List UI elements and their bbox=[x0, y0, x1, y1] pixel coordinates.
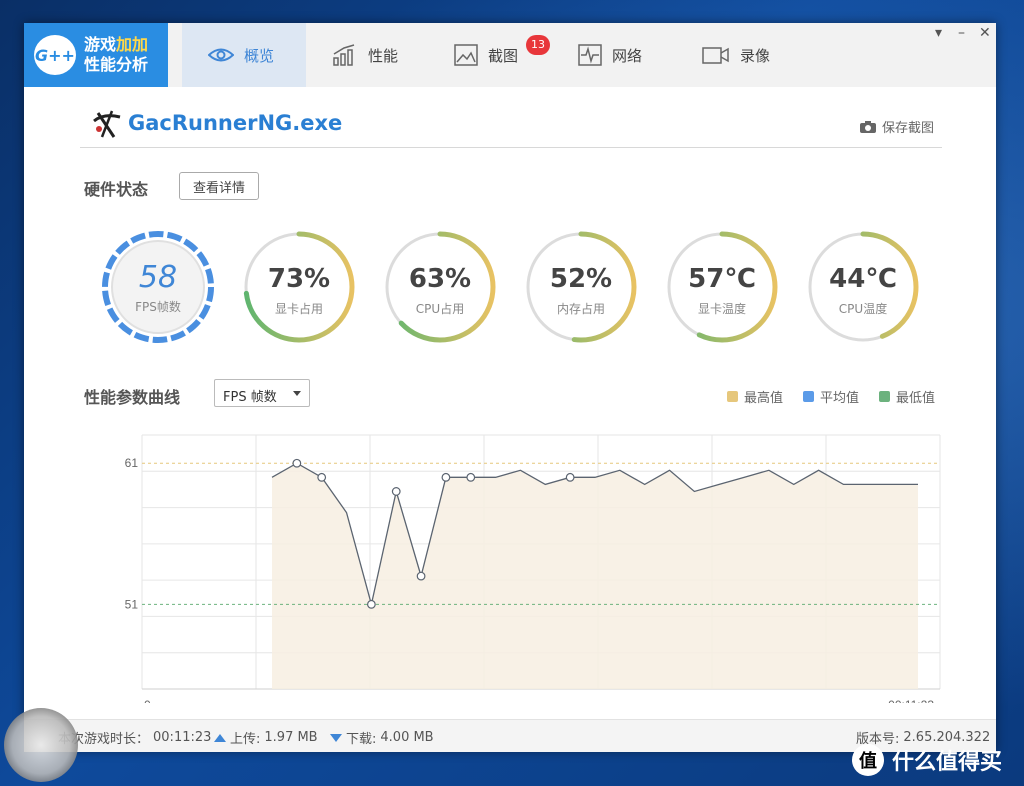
legend-max-label: 最高值 bbox=[744, 391, 784, 406]
upload-label: 上传: bbox=[230, 732, 261, 747]
view-details-button[interactable]: 查看详情 bbox=[179, 172, 259, 200]
data-point bbox=[466, 472, 476, 482]
chevron-down-icon bbox=[293, 391, 301, 396]
gpu-usage-value: 73% bbox=[267, 264, 331, 294]
tab-network[interactable]: 网络 bbox=[552, 23, 676, 87]
tab-performance[interactable]: 性能 bbox=[306, 23, 428, 87]
bar-chart-icon bbox=[333, 44, 355, 66]
tab-overview[interactable]: 概览 bbox=[182, 23, 306, 87]
fps-value: 58 bbox=[138, 260, 178, 295]
camera-icon bbox=[859, 120, 876, 133]
logo-line2: 性能分析 bbox=[84, 55, 149, 74]
pulse-icon bbox=[578, 44, 602, 66]
metric-select-value: FPS 帧数 bbox=[223, 390, 277, 405]
legend-min-swatch bbox=[879, 391, 890, 402]
download-arrow-icon bbox=[330, 733, 342, 742]
data-point bbox=[391, 487, 401, 496]
legend-avg-swatch bbox=[803, 391, 814, 402]
fps-gauge: 58 FPS帧数 bbox=[99, 228, 217, 346]
upload-arrow-icon bbox=[214, 733, 226, 742]
minimize-button[interactable]: – bbox=[958, 25, 965, 41]
cpu-usage-gauge: 63% CPU占用 bbox=[381, 228, 499, 346]
data-point bbox=[292, 458, 302, 468]
gpu-temp-gauge: 57℃ 显卡温度 bbox=[663, 228, 781, 346]
cpu-usage-value: 63% bbox=[408, 264, 472, 294]
legend-min: 最低值 bbox=[879, 387, 935, 406]
cpu-temp-label: CPU温度 bbox=[838, 302, 888, 316]
logo-text: 游戏加加 性能分析 bbox=[84, 35, 148, 75]
app-window: G++ 游戏加加 性能分析 概览 性能 截图 13 网络 录像 ▾ – ✕ Ga… bbox=[24, 23, 996, 752]
menu-dropdown-button[interactable]: ▾ bbox=[935, 25, 942, 41]
memory-usage-gauge: 52% 内存占用 bbox=[522, 228, 640, 346]
tab-network-label: 网络 bbox=[612, 46, 643, 65]
data-point bbox=[317, 472, 327, 482]
video-icon bbox=[702, 47, 729, 64]
legend-min-label: 最低值 bbox=[896, 391, 936, 406]
hardware-status-title: 硬件状态 bbox=[84, 180, 149, 199]
legend-max-swatch bbox=[727, 391, 738, 402]
fps-label: FPS帧数 bbox=[135, 300, 181, 314]
logo-badge: G++ bbox=[34, 35, 76, 75]
cpu-temp-value: 44℃ bbox=[829, 264, 897, 294]
download-stat: 下载: 4.00 MB bbox=[330, 728, 434, 747]
legend-avg-label: 平均值 bbox=[820, 391, 860, 406]
process-name: GacRunnerNG.exe bbox=[128, 111, 343, 135]
status-bar: 本次游戏时长： 00:11:23 上传: 1.97 MB 下载: 4.00 MB… bbox=[24, 719, 996, 752]
download-label: 下载: bbox=[346, 732, 377, 747]
tab-screenshots-label: 截图 bbox=[488, 46, 519, 65]
fps-line-chart: 61 51 0 00:11:23 bbox=[125, 434, 941, 703]
upload-value: 1.97 MB bbox=[264, 730, 318, 745]
legend-avg: 平均值 bbox=[803, 387, 859, 406]
y-tick-label: 51 bbox=[125, 597, 139, 611]
tab-overview-label: 概览 bbox=[244, 46, 275, 65]
x-end-label: 00:11:23 bbox=[888, 698, 934, 703]
gpu-temp-value: 57℃ bbox=[688, 264, 756, 294]
data-point bbox=[565, 472, 575, 482]
save-screenshot-button[interactable]: 保存截图 bbox=[859, 117, 934, 136]
site-logo-icon: 值 bbox=[852, 744, 884, 776]
upload-stat: 上传: 1.97 MB bbox=[214, 728, 318, 747]
play-time-value: 00:11:23 bbox=[153, 730, 212, 745]
logo-line1-a: 游戏 bbox=[84, 35, 117, 54]
site-watermark-text: 什么值得买 bbox=[892, 750, 1003, 775]
memory-usage-value: 52% bbox=[549, 264, 613, 294]
tab-performance-label: 性能 bbox=[368, 46, 399, 65]
gpu-temp-label: 显卡温度 bbox=[697, 302, 746, 316]
gpu-usage-gauge: 73% 显卡占用 bbox=[240, 228, 358, 346]
metric-select[interactable]: FPS 帧数 bbox=[214, 379, 310, 407]
site-watermark: 值 什么值得买 bbox=[852, 744, 1002, 776]
game-app-icon bbox=[93, 110, 121, 138]
logo-line1-b: 加加 bbox=[116, 35, 149, 54]
version-value: 2.65.204.322 bbox=[903, 730, 991, 745]
y-tick-label: 61 bbox=[125, 456, 139, 470]
tab-screenshots[interactable]: 截图 13 bbox=[428, 23, 552, 87]
title-bar: G++ 游戏加加 性能分析 概览 性能 截图 13 网络 录像 ▾ – ✕ bbox=[24, 23, 996, 87]
save-screenshot-label: 保存截图 bbox=[881, 121, 934, 136]
data-point bbox=[366, 599, 376, 609]
close-button[interactable]: ✕ bbox=[979, 25, 991, 41]
performance-curve-title: 性能参数曲线 bbox=[84, 388, 181, 407]
screenshot-count-badge: 13 bbox=[526, 35, 550, 55]
app-logo: G++ 游戏加加 性能分析 bbox=[24, 23, 168, 87]
process-header: GacRunnerNG.exe 保存截图 bbox=[80, 101, 942, 148]
legend-max: 最高值 bbox=[727, 387, 783, 406]
x-start-label: 0 bbox=[144, 698, 151, 703]
tab-recording-label: 录像 bbox=[740, 46, 771, 65]
tab-recording[interactable]: 录像 bbox=[676, 23, 800, 87]
cpu-usage-label: CPU占用 bbox=[415, 302, 465, 316]
play-time: 本次游戏时长： 00:11:23 bbox=[58, 728, 211, 747]
data-point bbox=[441, 472, 451, 482]
gpu-usage-label: 显卡占用 bbox=[274, 302, 323, 316]
eye-icon bbox=[208, 48, 234, 62]
cpu-temp-gauge: 44℃ CPU温度 bbox=[804, 228, 922, 346]
data-point bbox=[416, 571, 426, 581]
memory-usage-label: 内存占用 bbox=[556, 302, 605, 316]
download-value: 4.00 MB bbox=[380, 730, 434, 745]
image-icon bbox=[454, 44, 478, 66]
watermark-seal-icon bbox=[4, 708, 78, 782]
